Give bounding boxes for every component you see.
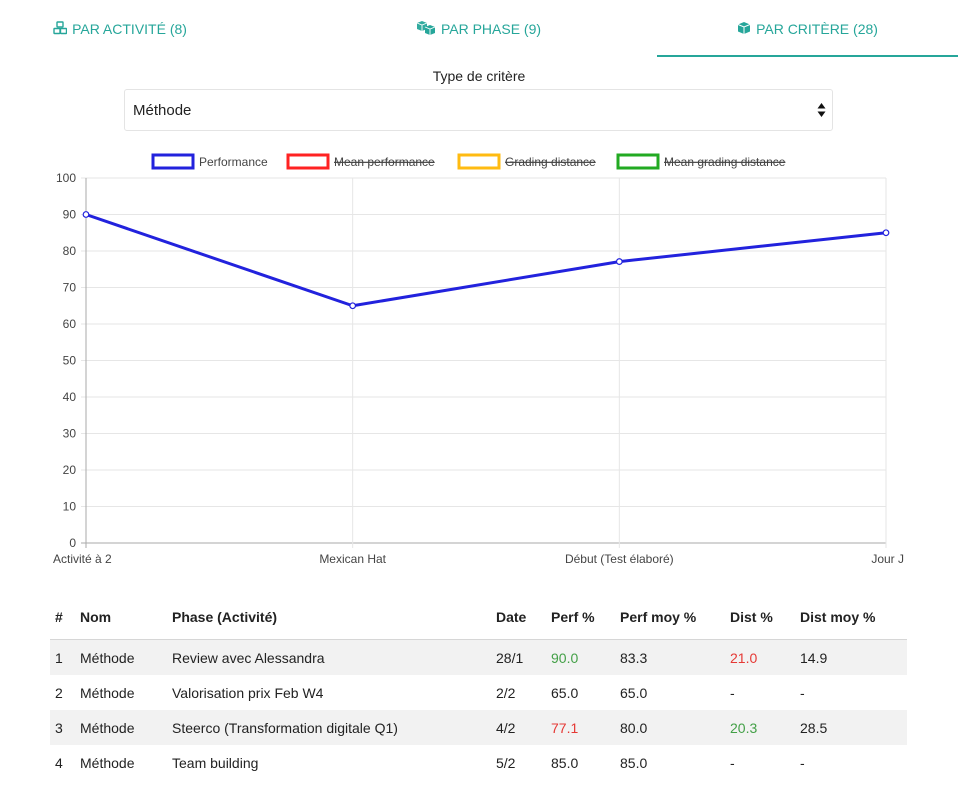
series-line: [85, 213, 887, 308]
cell-phase: Team building: [172, 754, 259, 771]
legend-label: Grading distance: [505, 155, 596, 169]
y-tick-label: 40: [63, 390, 77, 404]
criteria-type-label: Type de critère: [432, 68, 526, 84]
table-header: # Nom Phase (Activité) Date Perf % Perf …: [50, 594, 907, 640]
cubes-icon: [53, 21, 68, 37]
x-tick-label: Jour J: [871, 552, 904, 566]
cell-phase: Review avec Alessandra: [172, 649, 325, 666]
cell-perf-moy: 83.3: [620, 649, 648, 666]
x-tick-label: Activité à 2: [53, 552, 112, 566]
cell-date: 2/2: [496, 684, 516, 701]
cell-dist-moy: 28.5: [800, 719, 828, 736]
table-row[interactable]: 2 Méthode Valorisation prix Feb W4 2/2 6…: [50, 675, 907, 710]
selected-value: Méthode: [133, 101, 192, 119]
chart-legend: Performance Mean performance Grading dista…: [151, 153, 786, 170]
y-tick-label: 30: [63, 427, 77, 441]
legend-label: Performance: [199, 155, 268, 169]
tab-par-phase[interactable]: PAR PHASE (9): [357, 0, 600, 58]
y-tick-label: 10: [63, 500, 77, 514]
data-point: [349, 302, 357, 310]
cell-nom: Méthode: [80, 649, 135, 666]
x-axis: Activité à 2 Mexican Hat Début (Test élabo…: [53, 552, 904, 566]
table-row[interactable]: 4 Méthode Team building 5/2 85.0 85.0 - …: [50, 745, 907, 780]
data-point: [882, 229, 890, 237]
cell-phase: Steerco (Transformation digitale Q1): [172, 719, 398, 736]
tab-par-activite[interactable]: PAR ACTIVITÉ (8): [0, 0, 240, 58]
criteria-table: # Nom Phase (Activité) Date Perf % Perf …: [50, 594, 907, 780]
cell-dist-moy: 14.9: [800, 649, 828, 666]
boxes-icon: [416, 20, 436, 38]
header-num[interactable]: #: [50, 609, 80, 625]
header-dist-moy[interactable]: Dist moy %: [800, 609, 907, 625]
x-tick-label: Mexican Hat: [319, 552, 386, 566]
cell-date: 4/2: [496, 719, 516, 736]
y-tick-label: 90: [63, 208, 77, 222]
cell-dist: -: [730, 684, 735, 701]
header-phase[interactable]: Phase (Activité): [172, 609, 496, 625]
cell-perf-moy: 65.0: [620, 684, 648, 701]
chart-series: [82, 211, 890, 310]
cell-phase: Valorisation prix Feb W4: [172, 684, 324, 701]
cell-date: 5/2: [496, 754, 516, 771]
legend-swatch: [616, 153, 660, 170]
y-tick-label: 60: [63, 317, 77, 331]
cell-dist: 21.0: [730, 649, 758, 666]
active-tab-indicator: [657, 55, 958, 57]
tab-label: PAR CRITÈRE (28): [756, 21, 878, 37]
cell-perf: 90.0: [551, 649, 579, 666]
legend-label: Mean performance: [334, 155, 435, 169]
x-tick-label: Début (Test élaboré): [565, 552, 674, 566]
cube-icon: [737, 21, 751, 37]
table-row[interactable]: 3 Méthode Steerco (Transformation digita…: [50, 710, 907, 745]
header-nom[interactable]: Nom: [80, 609, 172, 625]
y-tick-label: 20: [63, 463, 77, 477]
cell-dist: 20.3: [730, 719, 758, 736]
tab-label: PAR PHASE (9): [440, 21, 542, 37]
y-tick-label: 70: [63, 281, 77, 295]
cell-perf: 77.1: [551, 719, 579, 736]
y-tick-label: 100: [56, 171, 76, 185]
cell-dist-moy: -: [800, 754, 805, 771]
header-date[interactable]: Date: [496, 609, 551, 625]
y-tick-label: 50: [63, 354, 77, 368]
criteria-type-select[interactable]: Méthode: [124, 89, 833, 131]
cell-date: 28/1: [496, 649, 524, 666]
legend-swatch: [286, 153, 330, 170]
cell-num: 2: [55, 684, 63, 701]
table-row[interactable]: 1 Méthode Review avec Alessandra 28/1 90…: [50, 640, 907, 675]
header-perf-moy[interactable]: Perf moy %: [620, 609, 730, 625]
cell-num: 1: [55, 649, 63, 666]
cell-perf: 85.0: [551, 754, 579, 771]
tab-label: PAR ACTIVITÉ (8): [72, 21, 187, 37]
y-axis: 0 10 20 30 40 50 60 70 80 90 100: [56, 171, 76, 550]
data-point: [82, 211, 90, 218]
legend-swatch: [457, 153, 501, 170]
y-tick-label: 0: [69, 536, 76, 550]
header-perf[interactable]: Perf %: [551, 609, 620, 625]
cell-num: 4: [55, 754, 63, 771]
cell-nom: Méthode: [80, 719, 135, 736]
legend-swatch: [151, 153, 195, 170]
cell-dist-moy: -: [800, 684, 805, 701]
cell-nom: Méthode: [80, 754, 135, 771]
header-dist[interactable]: Dist %: [730, 609, 800, 625]
cell-dist: -: [730, 754, 735, 771]
tab-bar: PAR ACTIVITÉ (8) PAR PHASE (9) PAR CRITÈ…: [0, 0, 958, 58]
cell-perf-moy: 80.0: [620, 719, 648, 736]
data-point: [615, 258, 623, 265]
tab-par-critere[interactable]: PAR CRITÈRE (28): [657, 0, 958, 58]
performance-chart: Performance Mean performance Grading dista…: [53, 153, 904, 566]
cell-perf-moy: 85.0: [620, 754, 648, 771]
legend-label: Mean grading distance: [664, 155, 786, 169]
cell-nom: Méthode: [80, 684, 135, 701]
chart-grid: [81, 177, 887, 548]
y-tick-label: 80: [63, 244, 77, 258]
cell-perf: 65.0: [551, 684, 579, 701]
sort-arrows-icon: [817, 103, 826, 117]
cell-num: 3: [55, 719, 63, 736]
